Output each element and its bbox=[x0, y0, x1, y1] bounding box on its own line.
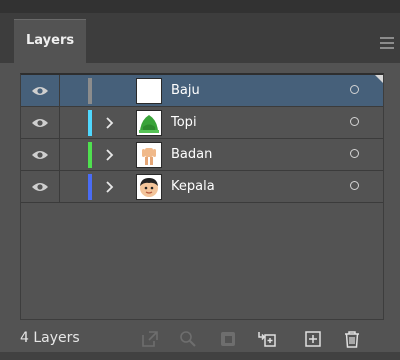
layers-panel: Layers Baju Topi Badan Kepala 4 Layers bbox=[0, 0, 400, 360]
layers-list: Baju Topi Badan Kepala bbox=[20, 73, 384, 320]
export-icon[interactable] bbox=[140, 329, 160, 349]
layer-name[interactable]: Topi bbox=[171, 107, 197, 138]
move-to-layer-icon[interactable] bbox=[257, 329, 277, 349]
layer-thumbnail-hat bbox=[136, 110, 162, 136]
layer-name[interactable]: Kepala bbox=[171, 171, 215, 202]
column-separator bbox=[59, 75, 60, 106]
layer-color-bar bbox=[88, 110, 92, 136]
layer-row-badan[interactable]: Badan bbox=[21, 139, 383, 171]
selection-corner-icon bbox=[375, 75, 383, 83]
column-separator bbox=[59, 171, 60, 202]
layer-row-topi[interactable]: Topi bbox=[21, 107, 383, 139]
layer-color-bar bbox=[88, 174, 92, 200]
layer-thumbnail-face bbox=[136, 174, 162, 200]
target-circle-icon[interactable] bbox=[350, 181, 359, 190]
tab-layers[interactable]: Layers bbox=[14, 19, 86, 63]
column-separator bbox=[59, 139, 60, 170]
target-circle-icon[interactable] bbox=[350, 149, 359, 158]
layer-thumbnail-body bbox=[136, 142, 162, 168]
layer-color-bar bbox=[88, 142, 92, 168]
layer-name[interactable]: Badan bbox=[171, 139, 212, 170]
eye-visibility-icon[interactable] bbox=[31, 85, 49, 97]
layer-row-kepala[interactable]: Kepala bbox=[21, 171, 383, 203]
panel-top-strip bbox=[0, 0, 400, 13]
clipping-mask-icon[interactable] bbox=[218, 329, 238, 349]
panel-bottom-strip bbox=[0, 352, 400, 360]
search-icon[interactable] bbox=[178, 329, 198, 349]
layer-color-bar bbox=[88, 78, 92, 104]
eye-visibility-icon[interactable] bbox=[31, 181, 49, 193]
layer-count-label: 4 Layers bbox=[20, 330, 80, 346]
new-layer-icon[interactable] bbox=[303, 329, 323, 349]
eye-visibility-icon[interactable] bbox=[31, 149, 49, 161]
hamburger-menu-icon[interactable] bbox=[380, 37, 394, 49]
trash-icon[interactable] bbox=[342, 329, 362, 349]
layer-thumbnail-blank bbox=[136, 78, 162, 104]
chevron-right-icon[interactable] bbox=[105, 148, 115, 162]
target-circle-icon[interactable] bbox=[350, 85, 359, 94]
chevron-right-icon[interactable] bbox=[105, 116, 115, 130]
target-circle-icon[interactable] bbox=[350, 117, 359, 126]
eye-visibility-icon[interactable] bbox=[31, 117, 49, 129]
column-separator bbox=[59, 107, 60, 138]
layer-name[interactable]: Baju bbox=[171, 75, 200, 106]
layer-row-baju[interactable]: Baju bbox=[21, 75, 383, 107]
chevron-right-icon[interactable] bbox=[105, 180, 115, 194]
